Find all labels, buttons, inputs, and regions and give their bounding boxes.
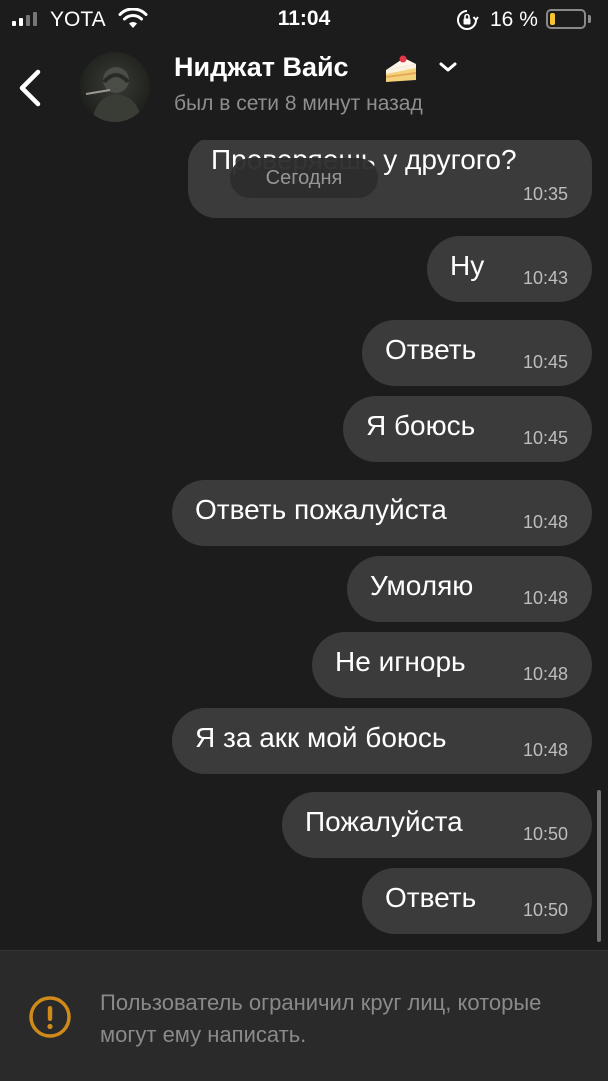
cake-icon [386,55,416,82]
message-bubble[interactable]: Пожалуйста 10:50 [282,792,592,858]
warning-icon [29,996,71,1038]
battery-cap [588,15,591,23]
avatar[interactable] [80,52,150,122]
message-time: 10:48 [522,588,568,608]
message-text: Я за акк мой боюсь [195,722,447,753]
message-bubble[interactable]: Ответь 10:45 [362,320,592,386]
back-chevron-icon[interactable] [12,64,48,112]
chevron-down-icon[interactable] [438,60,458,74]
message-time: 10:35 [522,184,568,204]
date-divider: Сегодня [230,158,378,198]
message-time: 10:50 [522,900,568,920]
message-bubble[interactable]: Ну 10:43 [427,236,592,302]
message-text: Ответь [385,882,477,913]
contact-name[interactable]: Ниджат Вайс [174,52,349,83]
message-bubble[interactable]: Я за акк мой боюсь 10:48 [172,708,592,774]
message-list[interactable]: Проверяешь у другого? 10:35 Сегодня Ну 1… [0,140,608,950]
message-time: 10:48 [522,512,568,532]
message-bubble[interactable]: Ответь 10:50 [362,868,592,934]
message-text: Пожалуйста [305,806,463,837]
message-text: Ну [450,250,485,281]
message-text: Не игнорь [335,646,466,677]
chat-header: Ниджат Вайс был в сети 8 минут назад [0,40,608,140]
battery-percent: 16 % [490,8,538,31]
message-bubble[interactable]: Ответь пожалуйста 10:48 [172,480,592,546]
message-text: Я боюсь [366,410,476,441]
message-bubble[interactable]: Я боюсь 10:45 [343,396,592,462]
status-bar: YOTA 11:04 16 % [0,0,608,40]
message-text: Умоляю [370,570,474,601]
restriction-notice: Пользователь ограничил круг лиц, которые… [0,950,608,1081]
message-bubble[interactable]: Не игнорь 10:48 [312,632,592,698]
message-time: 10:48 [522,664,568,684]
notice-text: Пользователь ограничил круг лиц, которые… [100,990,542,1047]
message-time: 10:50 [522,824,568,844]
message-bubble[interactable]: Умоляю 10:48 [347,556,592,622]
message-text: Ответь пожалуйста [195,494,447,525]
message-time: 10:48 [522,740,568,760]
orientation-lock-icon [457,10,479,30]
message-time: 10:45 [522,428,568,448]
message-time: 10:43 [522,268,568,288]
message-time: 10:45 [522,352,568,372]
scrollbar[interactable] [597,790,601,942]
message-text: Ответь [385,334,477,365]
last-seen-status: был в сети 8 минут назад [174,92,423,115]
battery-icon [546,9,586,29]
